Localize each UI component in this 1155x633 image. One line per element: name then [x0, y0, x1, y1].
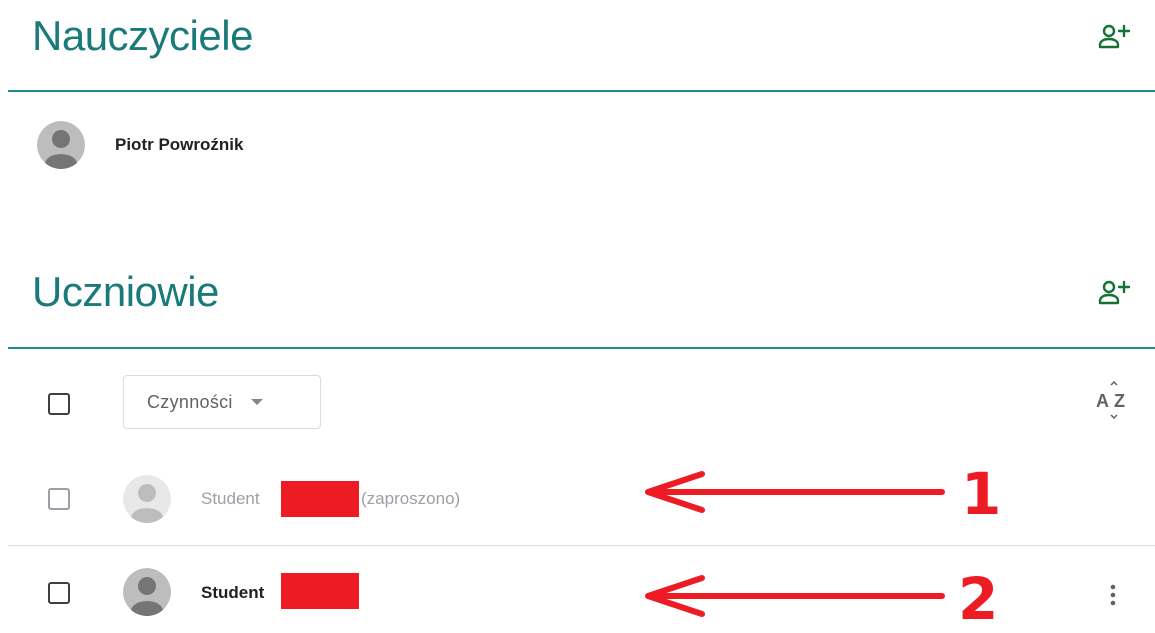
dropdown-caret-icon [250, 399, 263, 405]
actions-label: Czynności [147, 391, 233, 412]
student-name-text: Student [201, 489, 260, 508]
student-name[interactable]: Student [201, 489, 260, 509]
teachers-title: Nauczyciele [32, 12, 253, 59]
student-name[interactable]: Student [201, 583, 264, 603]
sort-letter-z: Z [1114, 391, 1125, 411]
actions-dropdown[interactable]: Czynności [123, 375, 321, 429]
redaction-box [281, 481, 359, 517]
person-add-icon [1098, 280, 1131, 305]
teacher-avatar [37, 121, 85, 169]
sort-letter-a: A [1096, 391, 1109, 411]
annotation-arrow-2 [645, 575, 945, 617]
invited-status: (zaproszono) [361, 489, 461, 508]
students-title: Uczniowie [32, 268, 219, 315]
more-vert-icon [1110, 584, 1116, 606]
student-avatar [123, 568, 171, 616]
sort-az-icon: A Z [1096, 380, 1125, 420]
student-more-button[interactable] [1093, 575, 1133, 615]
redaction-box [281, 573, 359, 609]
teacher-name[interactable]: Piotr Powroźnik [115, 135, 243, 155]
add-teacher-button[interactable] [1095, 16, 1135, 56]
sort-button[interactable]: A Z [1092, 378, 1136, 422]
student-row-checkbox[interactable] [48, 582, 70, 604]
person-add-icon [1098, 24, 1131, 49]
annotation-label-2: 2 [958, 565, 999, 633]
invite-student-button[interactable] [1095, 272, 1135, 312]
annotation-arrow-1 [645, 471, 945, 513]
teachers-divider [8, 90, 1155, 92]
annotation-label-1: 1 [961, 460, 1002, 528]
student-row-checkbox[interactable] [48, 488, 70, 510]
row-divider [8, 545, 1155, 546]
select-all-checkbox[interactable] [48, 393, 70, 415]
students-divider [8, 347, 1155, 349]
student-avatar [123, 475, 171, 523]
